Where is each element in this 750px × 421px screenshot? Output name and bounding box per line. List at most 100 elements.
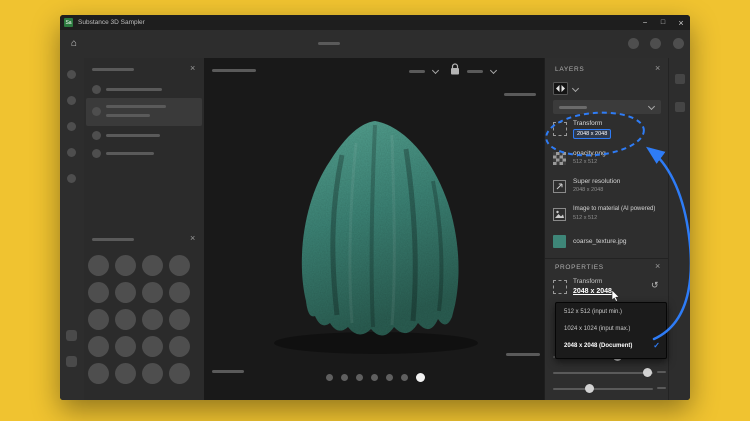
dropdown-label-placeholder [467, 70, 483, 73]
layer-item-super-resolution[interactable]: Super resolution 2048 x 2048 [545, 176, 669, 202]
reset-button[interactable]: ↺ [651, 280, 659, 291]
slider-handle[interactable] [585, 384, 594, 393]
strip-bottom-button[interactable] [66, 356, 77, 367]
item-text-placeholder [106, 134, 160, 137]
slider-track[interactable] [553, 371, 653, 374]
asset-thumbnail[interactable] [169, 282, 190, 303]
viewport-page-dot[interactable] [371, 374, 378, 381]
toolbar-action-button[interactable] [628, 38, 639, 49]
window-title: Substance 3D Sampler [78, 19, 145, 26]
viewport-page-dot[interactable] [356, 374, 363, 381]
layer-item-image-to-material[interactable]: Image to material (AI powered) 512 x 512 [545, 204, 669, 230]
home-icon: ⌂ [70, 37, 78, 49]
view-mode-dropdown[interactable] [407, 64, 443, 78]
cursor-icon [611, 290, 620, 302]
viewport-page-dot[interactable] [386, 374, 393, 381]
asset-thumbnail[interactable] [115, 282, 136, 303]
maximize-button[interactable]: □ [654, 15, 672, 30]
viewport-info-placeholder [504, 93, 536, 96]
item-text-placeholder [106, 152, 154, 155]
strip-tool-button[interactable] [67, 148, 76, 157]
list-item[interactable] [86, 146, 202, 161]
chevron-down-icon [431, 66, 440, 75]
resolution-option-min[interactable]: 512 x 512 (input min.) [556, 303, 666, 320]
layer-resolution-badge: 2048 x 2048 [573, 129, 612, 139]
blend-mode-button[interactable] [553, 82, 583, 96]
asset-thumbnail[interactable] [169, 363, 190, 384]
slider-track[interactable] [553, 387, 653, 390]
toolbar-action-button[interactable] [650, 38, 661, 49]
blend-mode-icon [553, 82, 568, 95]
option-label: 1024 x 1024 (input max.) [564, 325, 631, 332]
lock-icon [451, 63, 459, 75]
lock-button[interactable] [450, 63, 460, 77]
strip-tool-button[interactable] [67, 174, 76, 183]
asset-thumbnail[interactable] [88, 336, 109, 357]
list-item[interactable] [86, 82, 202, 97]
resolution-option-max[interactable]: 1024 x 1024 (input max.) [556, 320, 666, 337]
texture-thumbnail [553, 235, 566, 248]
resolution-option-document-selected[interactable]: 2048 x 2048 (Document) ✓ [556, 337, 666, 354]
strip-tool-button[interactable] [675, 74, 685, 84]
asset-thumbnail[interactable] [115, 309, 136, 330]
item-avatar [92, 107, 101, 116]
layer-name: Image to material (AI powered) [573, 206, 656, 212]
close-button[interactable]: × [672, 15, 690, 30]
asset-thumbnail[interactable] [88, 255, 109, 276]
layer-filter-dropdown[interactable] [553, 100, 661, 114]
layer-item-coarse-texture[interactable]: coarse_texture.jpg [545, 232, 669, 256]
property-label: Transform [573, 278, 603, 285]
strip-tool-button[interactable] [67, 70, 76, 79]
transform-icon [553, 122, 567, 136]
home-button[interactable]: ⌂ [66, 35, 82, 51]
panel-close-button[interactable]: × [190, 234, 195, 243]
property-slider[interactable] [553, 384, 653, 393]
strip-bottom-button[interactable] [66, 330, 77, 341]
asset-thumbnail[interactable] [169, 336, 190, 357]
list-item-selected[interactable] [86, 98, 202, 126]
strip-tool-button[interactable] [67, 96, 76, 105]
viewport-page-dot-active[interactable] [416, 373, 425, 382]
viewport-page-dot[interactable] [341, 374, 348, 381]
image-to-material-icon [553, 208, 566, 221]
asset-thumbnail[interactable] [88, 309, 109, 330]
property-slider[interactable] [553, 368, 653, 377]
asset-thumbnail[interactable] [169, 255, 190, 276]
resolution-value-link[interactable]: 2048 x 2048 [573, 288, 612, 295]
slider-value-placeholder [657, 371, 666, 373]
asset-thumbnail[interactable] [169, 309, 190, 330]
environment-dropdown[interactable] [465, 64, 501, 78]
asset-thumbnail[interactable] [142, 309, 163, 330]
slider-handle[interactable] [643, 368, 652, 377]
toolbar-action-button[interactable] [673, 38, 684, 49]
panel-close-button[interactable]: × [190, 64, 195, 73]
minimize-button[interactable]: − [636, 15, 654, 30]
strip-tool-button[interactable] [67, 122, 76, 131]
resolution-dropdown-popup: 512 x 512 (input min.) 1024 x 1024 (inpu… [555, 302, 667, 359]
asset-thumbnail[interactable] [115, 255, 136, 276]
viewport[interactable] [204, 58, 544, 400]
app-logo: Sa [64, 18, 73, 27]
asset-thumbnail[interactable] [115, 336, 136, 357]
layers-close-button[interactable]: × [655, 64, 660, 73]
viewport-page-dot[interactable] [401, 374, 408, 381]
slider-value-placeholder [657, 387, 666, 389]
asset-thumbnail[interactable] [142, 255, 163, 276]
layer-item-transform[interactable]: Transform 2048 x 2048 [545, 116, 669, 146]
viewport-status-placeholder [212, 370, 244, 373]
layers-panel-title: LAYERS [555, 66, 585, 73]
asset-thumbnail[interactable] [142, 336, 163, 357]
material-3d-preview[interactable] [244, 103, 504, 363]
properties-close-button[interactable]: × [655, 262, 660, 271]
left-icon-strip [60, 58, 85, 400]
strip-tool-button[interactable] [675, 102, 685, 112]
viewport-page-dot[interactable] [326, 374, 333, 381]
asset-thumbnail[interactable] [142, 282, 163, 303]
asset-thumbnail[interactable] [88, 363, 109, 384]
asset-thumbnail[interactable] [88, 282, 109, 303]
viewport-toolbar-placeholder [212, 69, 256, 72]
list-item[interactable] [86, 128, 202, 143]
asset-thumbnail[interactable] [142, 363, 163, 384]
layer-item-opacity[interactable]: opacity.png 512 x 512 [545, 148, 669, 174]
asset-thumbnail[interactable] [115, 363, 136, 384]
